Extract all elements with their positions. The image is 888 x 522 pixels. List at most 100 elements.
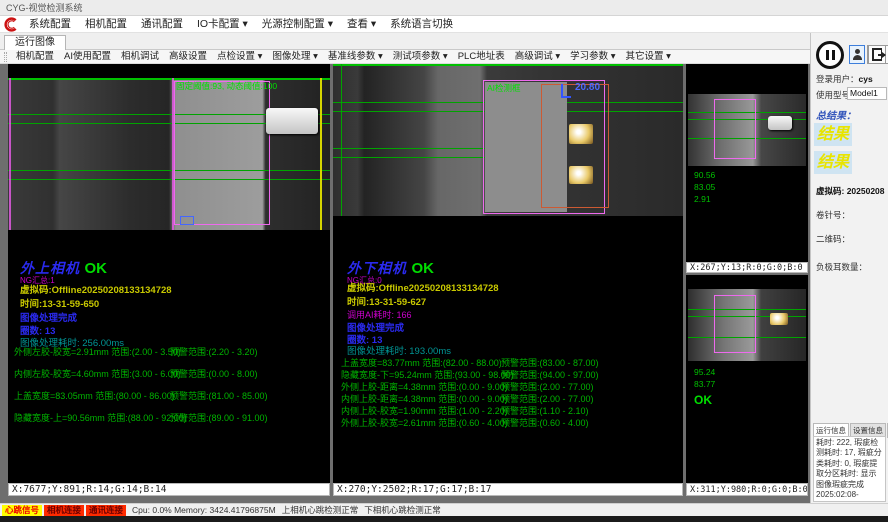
lower-camera-heartbeat-status: 下相机心跳检测正常 [364,504,441,516]
tool-advanced-settings[interactable]: 高级设置 [164,50,212,63]
qr-code-label: 二维码： [816,233,850,245]
tool-image-process[interactable]: 图像处理 ▾ [267,50,322,63]
model-value-field[interactable]: Model1 [847,87,887,100]
tool-other-settings[interactable]: 其它设置 ▾ [621,50,676,63]
tab-connector [266,108,318,134]
baseline [320,78,322,230]
roi-line [9,78,11,230]
roi-box [714,99,756,159]
upper-camera-heartbeat-status: 上相机心跳检测正常 [282,504,359,516]
menu-view[interactable]: 查看 ▾ [340,16,383,32]
camera-image-lower: AI检测框 20.80 [333,64,683,216]
status-bar: 心跳信号 相机连接 通讯连接 Cpu: 0.0% Memory: 3424.41… [0,503,888,516]
comm-connection-badge: 通讯连接 [86,505,126,516]
detect-region-box [541,84,609,208]
camera-image-upper: 固定阈值:93, 动态阈值:100 [8,78,330,230]
barcode-line: 虚拟码:Offline20250208133134728 [20,282,172,296]
menu-io-config[interactable]: IO卡配置 ▾ [190,16,255,32]
camera-result-ok: OK [84,260,107,277]
menu-bar: 系统配置 相机配置 通讯配置 IO卡配置 ▾ 光源控制配置 ▾ 查看 ▾ 系统语… [0,16,888,33]
measure-vline [341,64,342,216]
result-box-lower: 结果 [814,151,852,174]
tab-connector [768,116,792,130]
tool-learn-params[interactable]: 学习参数 ▾ [565,50,620,63]
measurement-text: 上盖宽度=83.05mm 范围:(80.00 - 86.00) [14,389,175,402]
preview-overlay-line: 83.05 [694,182,715,192]
camera-name-label: 外上相机 [20,260,80,276]
pause-button[interactable] [816,41,844,69]
measurement-text: 外侧上胶-胶宽=2.61mm 范围:(0.60 - 4.00) [341,416,508,429]
preview-overlay-line: 95.24 [694,367,715,377]
ai-box-label: AI检测框 [487,82,521,94]
tool-baseline-params[interactable]: 基准线参数 ▾ [323,50,388,63]
person-icon [853,49,862,60]
measurement-text: 隐藏宽度-上=90.56mm 范围:(88.00 - 92.00) [14,411,187,424]
camera-connection-badge: 相机连接 [44,505,84,516]
measurement-row: 外侧上胶-距离=4.38mm 范围:(0.00 - 9.00) 预警范围:(2.… [333,380,683,392]
tool-test-params[interactable]: 测试项参数 ▾ [388,50,453,63]
camera-name-label: 外下相机 [347,260,407,276]
camera-view-lower[interactable]: AI检测框 20.80 外下相机 OK NG汇总:0 虚拟码:Offline20… [333,64,683,483]
logout-button[interactable] [868,45,886,64]
measurement-text: 内侧左胶-胶宽=4.60mm 范围:(3.00 - 6.00) [14,367,181,380]
tool-ai-config[interactable]: AI使用配置 [59,50,116,63]
measurement-row: 上盖宽度=83.77mm 范围:(82.00 - 88.00) 预警范围:(83… [333,356,683,368]
tab-connector [770,313,788,325]
coords-lower-view: X:270;Y:2502;R:17;G:17;B:17 [333,483,683,496]
ai-value-bracket [561,84,571,98]
heartbeat-status-badge: 心跳信号 [2,505,42,516]
measurement-row: 外侧左胶-胶宽=2.91mm 范围:(2.00 - 3.50) 预警范围:(2.… [8,345,330,357]
tool-camera-debug[interactable]: 相机调试 [116,50,164,63]
preview-result-ok: OK [694,393,712,407]
threshold-overlay-label: 固定阈值:93, 动态阈值:100 [176,80,277,92]
application-window: CYG-视觉检测系统 系统配置 相机配置 通讯配置 IO卡配置 ▾ 光源控制配置… [0,0,888,522]
tab-connector [569,124,593,144]
measurement-row: 上盖宽度=83.05mm 范围:(80.00 - 86.00) 预警范围:(81… [8,389,330,401]
tab-count-label: 负极耳数量： [816,261,867,273]
camera-view-upper[interactable]: 固定阈值:93, 动态阈值:100 外上相机 OK NG汇总:1 虚拟码:Off… [8,64,330,483]
preview-view-top[interactable]: 90.56 83.05 2.91 [686,64,808,262]
measurement-row: 外侧上胶-胶宽=2.61mm 范围:(0.60 - 4.00) 预警范围:(0.… [333,416,683,428]
window-titlebar: CYG-视觉检测系统 [0,0,888,16]
menu-comm-config[interactable]: 通讯配置 [134,16,190,32]
measurement-row: 内侧左胶-胶宽=4.60mm 范围:(3.00 - 6.00) 预警范围:(0.… [8,367,330,379]
logout-door-icon [872,48,882,61]
menu-system-config[interactable]: 系统配置 [22,16,78,32]
barcode-line: 虚拟码:Offline20250208133134728 [347,280,499,294]
virtual-code-row: 虚拟码: 20250208 [816,185,885,197]
camera-result-ok: OK [411,260,434,277]
measurement-warn: 预警范围:(0.00 - 8.00) [170,367,258,380]
toolbar: 相机配置 AI使用配置 相机调试 高级设置 点检设置 ▾ 图像处理 ▾ 基准线参… [0,50,810,64]
coords-preview-bottom: X:311;Y:980;R:0;G:0;B:0 [686,483,808,496]
measurement-row: 内侧上胶-胶宽=1.90mm 范围:(1.00 - 2.20) 预警范围:(1.… [333,404,683,416]
result-box-upper: 结果 [814,123,852,146]
window-title: CYG-视觉检测系统 [6,3,83,13]
preview-view-bottom[interactable]: 95.24 83.77 OK [686,275,808,483]
menu-language-switch[interactable]: 系统语言切换 [383,16,460,32]
menu-light-config[interactable]: 光源控制配置 ▾ [255,16,340,32]
tab-run-image[interactable]: 运行图像 [4,35,66,50]
measurement-warn: 预警范围:(0.60 - 4.00) [501,416,589,429]
reel-number-label: 卷针号： [816,209,850,221]
total-result-label: 总结果： [816,107,856,122]
login-user-label: 登录用户： [816,74,859,84]
operator-login-button[interactable] [849,45,865,64]
roi-box [174,81,270,225]
measurement-warn: 预警范围:(89.00 - 91.00) [170,411,268,424]
measure-line [8,170,330,171]
time-line: 时间:13-31-59-627 [347,294,426,308]
run-log-area[interactable]: 耗时: 222, 瑕疵检测耗时: 17, 瑕疵分类耗时: 0, 瑕疵提取分区耗时… [813,436,886,502]
edge-line [8,78,330,80]
tool-spot-check[interactable]: 点检设置 ▾ [212,50,267,63]
app-logo-icon [3,17,18,32]
login-user-row: 登录用户：cys [816,73,873,85]
tool-advanced-debug[interactable]: 高级调试 ▾ [510,50,565,63]
preview-overlay-line: 83.77 [694,379,715,389]
measurement-warn: 预警范围:(2.20 - 3.20) [170,345,258,358]
coords-upper-view: X:7677;Y:891;R:14;G:14;B:14 [8,483,330,496]
tool-plc-address[interactable]: PLC地址表 [453,50,510,63]
elapsed-line: 图像处理耗时: 193.00ms [347,343,451,357]
roi-box [714,295,756,353]
menu-camera-config[interactable]: 相机配置 [78,16,134,32]
tool-camera-config[interactable]: 相机配置 [11,50,59,63]
